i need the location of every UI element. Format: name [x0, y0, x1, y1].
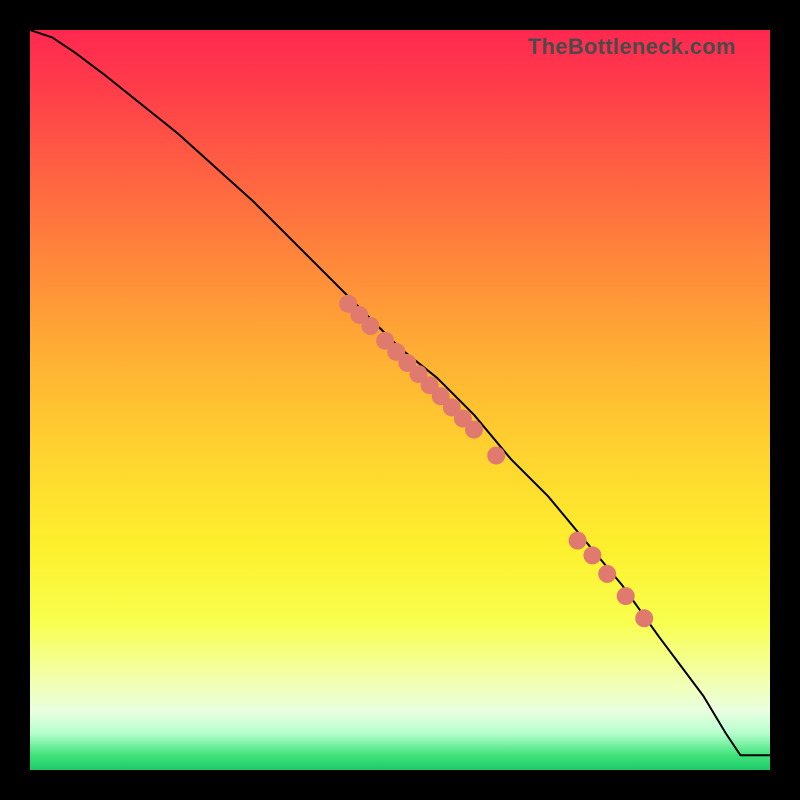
- data-marker: [635, 609, 653, 627]
- data-marker: [569, 532, 587, 550]
- marker-group: [339, 295, 653, 628]
- curve-line: [30, 30, 770, 755]
- chart-overlay: [30, 30, 770, 770]
- data-marker: [465, 421, 483, 439]
- data-marker: [617, 587, 635, 605]
- chart-frame: TheBottleneck.com: [0, 0, 800, 800]
- data-marker: [598, 565, 616, 583]
- data-marker: [583, 546, 601, 564]
- data-marker: [487, 447, 505, 465]
- plot-area: TheBottleneck.com: [30, 30, 770, 770]
- data-marker: [361, 317, 379, 335]
